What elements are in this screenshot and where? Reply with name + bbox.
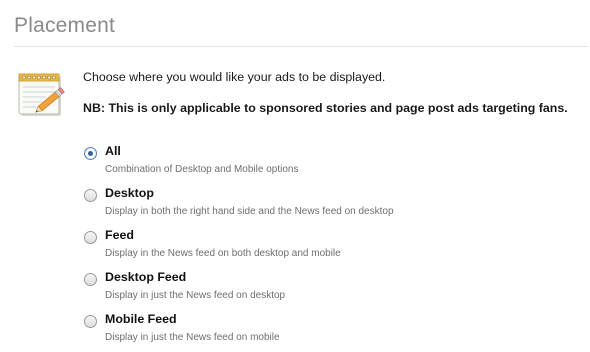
placement-option-desktop[interactable]: Desktop Display in both the right hand s… xyxy=(84,184,564,226)
intro-text: Choose where you would like your ads to … xyxy=(83,70,386,84)
radio-desktop-feed[interactable] xyxy=(84,273,97,286)
option-description: Display in the News feed on both desktop… xyxy=(105,248,341,259)
option-description: Display in just the News feed on desktop xyxy=(105,290,286,301)
option-description: Display in just the News feed on mobile xyxy=(105,332,280,343)
radio-all[interactable] xyxy=(84,147,97,160)
option-description: Combination of Desktop and Mobile option… xyxy=(105,164,299,175)
notepad-pencil-icon xyxy=(18,73,65,116)
radio-selected-dot xyxy=(88,151,93,156)
option-description: Display in both the right hand side and … xyxy=(105,206,394,217)
option-label[interactable]: All xyxy=(105,144,121,158)
option-label[interactable]: Feed xyxy=(105,228,134,242)
option-label[interactable]: Desktop Feed xyxy=(105,270,186,284)
radio-feed[interactable] xyxy=(84,231,97,244)
title-divider xyxy=(14,46,588,47)
placement-option-all[interactable]: All Combination of Desktop and Mobile op… xyxy=(84,142,564,184)
radio-mobile-feed[interactable] xyxy=(84,315,97,328)
placement-option-feed[interactable]: Feed Display in the News feed on both de… xyxy=(84,226,564,268)
placement-option-desktop-feed[interactable]: Desktop Feed Display in just the News fe… xyxy=(84,268,564,310)
placement-options: All Combination of Desktop and Mobile op… xyxy=(84,142,564,352)
note-text: NB: This is only applicable to sponsored… xyxy=(83,101,568,115)
placement-option-mobile-feed[interactable]: Mobile Feed Display in just the News fee… xyxy=(84,310,564,352)
section-title: Placement xyxy=(14,14,116,37)
radio-desktop[interactable] xyxy=(84,189,97,202)
option-label[interactable]: Desktop xyxy=(105,186,154,200)
option-label[interactable]: Mobile Feed xyxy=(105,312,177,326)
